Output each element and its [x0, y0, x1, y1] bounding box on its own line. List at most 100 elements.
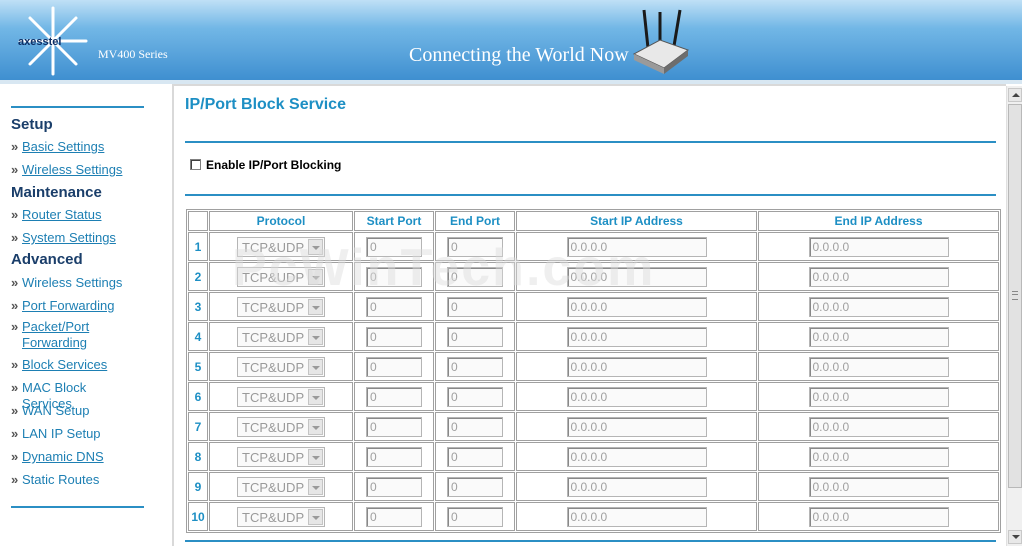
- end-port-input[interactable]: 0: [447, 326, 503, 347]
- protocol-select[interactable]: TCP&UDP: [237, 386, 325, 407]
- end-port-input[interactable]: 0: [447, 236, 503, 257]
- start-ip-input[interactable]: 0.0.0.0: [566, 326, 707, 347]
- protocol-select[interactable]: TCP&UDP: [237, 296, 325, 317]
- start-ip-cell: 0.0.0.0: [516, 472, 757, 501]
- chevron-down-icon[interactable]: [308, 358, 323, 375]
- start-ip-input[interactable]: 0.0.0.0: [566, 236, 707, 257]
- end-ip-cell: 0.0.0.0: [758, 232, 999, 261]
- protocol-select[interactable]: TCP&UDP: [237, 326, 325, 347]
- sidebar-item-static-routes[interactable]: » Static Routes: [11, 472, 161, 488]
- end-port-input[interactable]: 0: [447, 266, 503, 287]
- start-ip-input[interactable]: 0.0.0.0: [566, 416, 707, 437]
- chevron-down-icon[interactable]: [308, 268, 323, 285]
- end-ip-input[interactable]: 0.0.0.0: [808, 236, 949, 257]
- chevron-down-icon[interactable]: [308, 478, 323, 495]
- sidebar-item-block-services[interactable]: » Block Services: [11, 357, 161, 373]
- protocol-select[interactable]: TCP&UDP: [237, 416, 325, 437]
- end-port-input[interactable]: 0: [447, 356, 503, 377]
- start-port-input[interactable]: 0: [366, 506, 422, 527]
- start-port-input[interactable]: 0: [366, 266, 422, 287]
- end-ip-input[interactable]: 0.0.0.0: [808, 266, 949, 287]
- protocol-value: TCP&UDP: [242, 269, 305, 285]
- start-ip-input[interactable]: 0.0.0.0: [566, 296, 707, 317]
- end-ip-cell: 0.0.0.0: [758, 472, 999, 501]
- end-ip-input[interactable]: 0.0.0.0: [808, 326, 949, 347]
- scroll-thumb[interactable]: [1008, 104, 1022, 488]
- enable-blocking-checkbox[interactable]: [190, 159, 201, 170]
- sidebar-item-wan-setup[interactable]: » WAN Setup: [11, 403, 161, 419]
- sidebar-item-dynamic-dns[interactable]: » Dynamic DNS: [11, 449, 161, 465]
- sidebar-heading-setup: Setup: [11, 116, 53, 133]
- protocol-select[interactable]: TCP&UDP: [237, 266, 325, 287]
- sidebar-item-port-forwarding[interactable]: » Port Forwarding: [11, 298, 161, 314]
- protocol-value: TCP&UDP: [242, 389, 305, 405]
- end-ip-input[interactable]: 0.0.0.0: [808, 506, 949, 527]
- end-port-input[interactable]: 0: [447, 476, 503, 497]
- protocol-select[interactable]: TCP&UDP: [237, 476, 325, 497]
- end-ip-input[interactable]: 0.0.0.0: [808, 416, 949, 437]
- table-row: 4 TCP&UDP 0 0 0.0.0.0 0.0.0.0: [188, 322, 999, 351]
- end-ip-input[interactable]: 0.0.0.0: [808, 386, 949, 407]
- end-ip-input[interactable]: 0.0.0.0: [808, 476, 949, 497]
- vertical-scrollbar[interactable]: [1006, 86, 1022, 546]
- start-port-input[interactable]: 0: [366, 476, 422, 497]
- chevron-down-icon[interactable]: [308, 508, 323, 525]
- sidebar-item-lan-ip-setup[interactable]: » LAN IP Setup: [11, 426, 161, 442]
- start-ip-input[interactable]: 0.0.0.0: [566, 356, 707, 377]
- end-port-cell: 0: [435, 442, 515, 471]
- end-ip-cell: 0.0.0.0: [758, 262, 999, 291]
- start-port-input[interactable]: 0: [366, 236, 422, 257]
- start-port-input[interactable]: 0: [366, 356, 422, 377]
- row-number: 5: [188, 352, 208, 381]
- sidebar-item-router-status[interactable]: » Router Status: [11, 207, 161, 223]
- start-ip-input[interactable]: 0.0.0.0: [566, 476, 707, 497]
- option-rule: [185, 194, 996, 196]
- protocol-select[interactable]: TCP&UDP: [237, 506, 325, 527]
- end-ip-input[interactable]: 0.0.0.0: [808, 356, 949, 377]
- protocol-select[interactable]: TCP&UDP: [237, 356, 325, 377]
- row-number: 8: [188, 442, 208, 471]
- start-port-input[interactable]: 0: [366, 416, 422, 437]
- sidebar-item-packet-port-forwarding[interactable]: » Packet/Port Forwarding: [11, 319, 161, 351]
- enable-blocking-row: Enable IP/Port Blocking: [190, 158, 341, 172]
- chevron-down-icon[interactable]: [308, 298, 323, 315]
- table-row: 2 TCP&UDP 0 0 0.0.0.0 0.0.0.0: [188, 262, 999, 291]
- end-port-input[interactable]: 0: [447, 416, 503, 437]
- start-ip-input[interactable]: 0.0.0.0: [566, 266, 707, 287]
- header-start-ip: Start IP Address: [516, 211, 757, 231]
- start-port-input[interactable]: 0: [366, 446, 422, 467]
- sidebar-item-wireless-settings[interactable]: » Wireless Settings: [11, 162, 161, 178]
- sidebar-nav: Setup » Basic Settings » Wireless Settings…: [0, 84, 174, 546]
- end-port-input[interactable]: 0: [447, 446, 503, 467]
- end-port-input[interactable]: 0: [447, 506, 503, 527]
- chevron-down-icon[interactable]: [308, 448, 323, 465]
- sidebar-item-system-settings[interactable]: » System Settings: [11, 230, 161, 246]
- chevron-down-icon[interactable]: [308, 388, 323, 405]
- start-port-input[interactable]: 0: [366, 326, 422, 347]
- table-header-row: Protocol Start Port End Port Start IP Ad…: [188, 211, 999, 231]
- scroll-up-button[interactable]: [1008, 88, 1022, 102]
- start-port-input[interactable]: 0: [366, 386, 422, 407]
- start-ip-cell: 0.0.0.0: [516, 412, 757, 441]
- protocol-value: TCP&UDP: [242, 299, 305, 315]
- end-ip-input[interactable]: 0.0.0.0: [808, 296, 949, 317]
- start-ip-input[interactable]: 0.0.0.0: [566, 386, 707, 407]
- row-number: 6: [188, 382, 208, 411]
- sidebar-bottom-rule: [11, 506, 144, 508]
- start-ip-input[interactable]: 0.0.0.0: [566, 446, 707, 467]
- protocol-select[interactable]: TCP&UDP: [237, 236, 325, 257]
- start-ip-cell: 0.0.0.0: [516, 502, 757, 531]
- end-port-input[interactable]: 0: [447, 386, 503, 407]
- end-ip-input[interactable]: 0.0.0.0: [808, 446, 949, 467]
- scroll-down-button[interactable]: [1008, 530, 1022, 544]
- chevron-down-icon[interactable]: [308, 328, 323, 345]
- start-ip-input[interactable]: 0.0.0.0: [566, 506, 707, 527]
- bottom-rule: [185, 540, 996, 542]
- chevron-down-icon[interactable]: [308, 418, 323, 435]
- start-port-input[interactable]: 0: [366, 296, 422, 317]
- sidebar-item-basic-settings[interactable]: » Basic Settings: [11, 139, 161, 155]
- protocol-select[interactable]: TCP&UDP: [237, 446, 325, 467]
- chevron-down-icon[interactable]: [308, 238, 323, 255]
- end-port-input[interactable]: 0: [447, 296, 503, 317]
- sidebar-item-advanced-wireless-settings[interactable]: » Wireless Settings: [11, 275, 161, 291]
